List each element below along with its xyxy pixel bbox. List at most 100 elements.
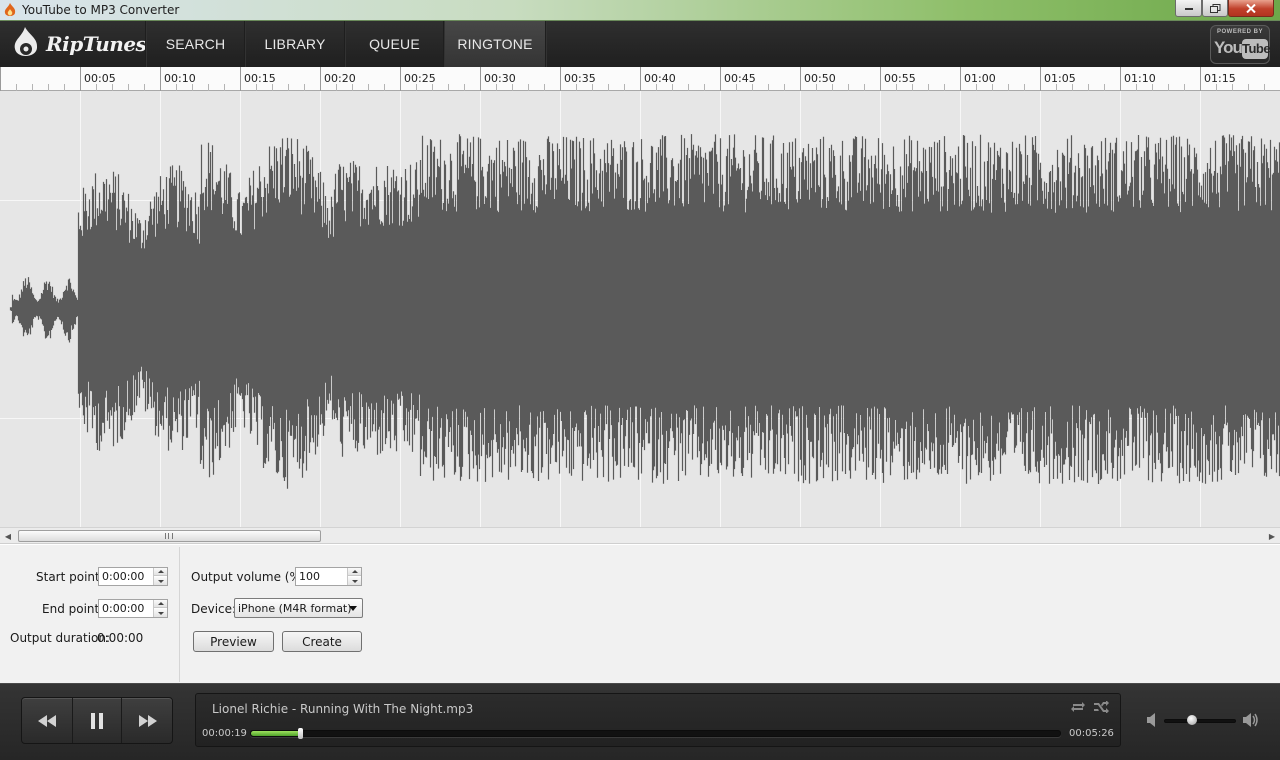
- scroll-right-arrow-icon[interactable]: ▶: [1264, 528, 1280, 544]
- close-button[interactable]: [1228, 0, 1274, 17]
- pause-button[interactable]: [72, 698, 122, 743]
- total-time: 00:05:26: [1069, 728, 1114, 739]
- spinner-arrows: [153, 568, 167, 585]
- ruler-time-label: 01:15: [1204, 72, 1236, 85]
- ruler-time-label: 00:30: [484, 72, 516, 85]
- tab-ringtone[interactable]: RINGTONE: [445, 21, 545, 67]
- end-point-value: 0:00:00: [102, 602, 145, 615]
- ringtone-settings-panel: Start point: 0:00:00 End point: 0:00:00 …: [0, 544, 1280, 683]
- device-select-value: iPhone (M4R format): [238, 602, 352, 615]
- waveform-path: [9, 134, 1280, 489]
- now-playing-panel: Lionel Richie - Running With The Night.m…: [195, 693, 1121, 747]
- start-point-input[interactable]: 0:00:00: [98, 567, 168, 586]
- ruler-time-label: 00:05: [84, 72, 116, 85]
- panel-divider: [179, 547, 180, 682]
- youtube-logo-tube: Tube: [1242, 39, 1271, 59]
- ruler-time-label: 01:10: [1124, 72, 1156, 85]
- minimize-button[interactable]: [1175, 0, 1202, 17]
- spin-down-icon[interactable]: [154, 577, 167, 585]
- flame-icon: [14, 27, 38, 57]
- volume-slider[interactable]: [1164, 715, 1236, 725]
- repeat-icon[interactable]: [1070, 701, 1086, 713]
- logo-text: RipTunes: [46, 32, 147, 56]
- fast-forward-button[interactable]: [123, 698, 173, 743]
- spin-up-icon[interactable]: [348, 568, 361, 576]
- end-point-input[interactable]: 0:00:00: [98, 599, 168, 618]
- scroll-left-arrow-icon[interactable]: ◀: [0, 528, 16, 544]
- minimize-icon: [1184, 8, 1193, 10]
- timeline-ticks: 00:05 00:10 00:15 00:20 00:25 00:30 00:35 00:40…: [0, 67, 1265, 91]
- end-point-label: End point:: [42, 602, 104, 616]
- waveform-view[interactable]: [0, 91, 1280, 527]
- progress-fill: [251, 731, 300, 736]
- tab-ringtone-label: RINGTONE: [457, 36, 533, 52]
- flame-icon: [4, 3, 16, 16]
- spin-down-icon[interactable]: [154, 609, 167, 617]
- tab-library[interactable]: LIBRARY: [246, 21, 344, 67]
- maximize-icon: [1209, 3, 1220, 13]
- ruler-time-label: 00:45: [724, 72, 756, 85]
- grip-icon: [165, 533, 173, 539]
- tab-library-label: LIBRARY: [264, 36, 326, 52]
- start-point-label: Start point:: [36, 570, 104, 584]
- powered-by-youtube-badge: POWERED BY You Tube: [1210, 25, 1271, 64]
- start-point-value: 0:00:00: [102, 570, 145, 583]
- output-volume-label: Output volume (%):: [191, 570, 310, 584]
- timeline-ruler[interactable]: 00:05 00:10 00:15 00:20 00:25 00:30 00:35 00:40…: [0, 67, 1280, 91]
- rewind-button[interactable]: [22, 698, 72, 743]
- maximize-button[interactable]: [1202, 0, 1228, 17]
- ruler-time-label: 00:35: [564, 72, 596, 85]
- ruler-time-label: 00:25: [404, 72, 436, 85]
- window-title: YouTube to MP3 Converter: [22, 3, 180, 17]
- title-bar: YouTube to MP3 Converter: [0, 0, 1280, 21]
- spinner-arrows: [153, 600, 167, 617]
- ruler-time-label: 01:05: [1044, 72, 1076, 85]
- ruler-time-label: 01:00: [964, 72, 996, 85]
- spin-up-icon[interactable]: [154, 600, 167, 608]
- tab-search-label: SEARCH: [165, 36, 226, 52]
- close-icon: [1246, 3, 1256, 13]
- tab-search[interactable]: SEARCH: [147, 21, 244, 67]
- scrollbar-thumb[interactable]: [18, 530, 321, 542]
- track-title: Lionel Richie - Running With The Night.m…: [212, 702, 474, 716]
- chevron-down-icon: [349, 606, 357, 611]
- nav-bar: RipTunes SEARCH LIBRARY QUEUE RINGTONE P…: [0, 21, 1280, 67]
- audio-waveform: [0, 91, 1280, 527]
- ruler-time-label: 00:10: [164, 72, 196, 85]
- spin-down-icon[interactable]: [348, 577, 361, 585]
- youtube-logo-you: You: [1214, 38, 1243, 57]
- device-select[interactable]: iPhone (M4R format): [234, 598, 363, 618]
- device-label: Device:: [191, 602, 237, 616]
- elapsed-time: 00:00:19: [202, 728, 247, 739]
- ruler-time-label: 00:15: [244, 72, 276, 85]
- ruler-time-label: 00:20: [324, 72, 356, 85]
- powered-by-text: POWERED BY: [1216, 29, 1263, 35]
- preview-button[interactable]: Preview: [193, 631, 274, 652]
- create-button[interactable]: Create: [282, 631, 362, 652]
- rewind-icon: [38, 714, 56, 727]
- nav-separator: [545, 21, 547, 67]
- output-duration-value: 0:00:00: [97, 631, 144, 645]
- ruler-time-label: 00:55: [884, 72, 916, 85]
- volume-low-icon[interactable]: [1147, 713, 1159, 727]
- volume-handle[interactable]: [1187, 715, 1197, 725]
- pause-icon: [91, 712, 103, 729]
- volume-high-icon[interactable]: [1243, 712, 1259, 728]
- output-duration-label: Output duration:: [10, 631, 111, 645]
- app-window: YouTube to MP3 Converter RipTunes SEARCH…: [0, 0, 1280, 760]
- tab-queue-label: QUEUE: [369, 36, 420, 52]
- output-volume-value: 100: [299, 570, 320, 583]
- player-bar: Lionel Richie - Running With The Night.m…: [0, 683, 1280, 760]
- fast-forward-icon: [139, 714, 157, 727]
- progress-handle[interactable]: [298, 728, 303, 739]
- progress-bar[interactable]: [250, 728, 1061, 739]
- shuffle-icon[interactable]: [1094, 701, 1110, 713]
- ruler-time-label: 00:40: [644, 72, 676, 85]
- output-volume-input[interactable]: 100: [295, 567, 362, 586]
- spin-up-icon[interactable]: [154, 568, 167, 576]
- spinner-arrows: [347, 568, 361, 585]
- transport-controls: [21, 697, 173, 744]
- horizontal-scrollbar[interactable]: ◀ ▶: [0, 527, 1280, 544]
- tab-queue[interactable]: QUEUE: [346, 21, 443, 67]
- app-logo: RipTunes: [12, 26, 147, 62]
